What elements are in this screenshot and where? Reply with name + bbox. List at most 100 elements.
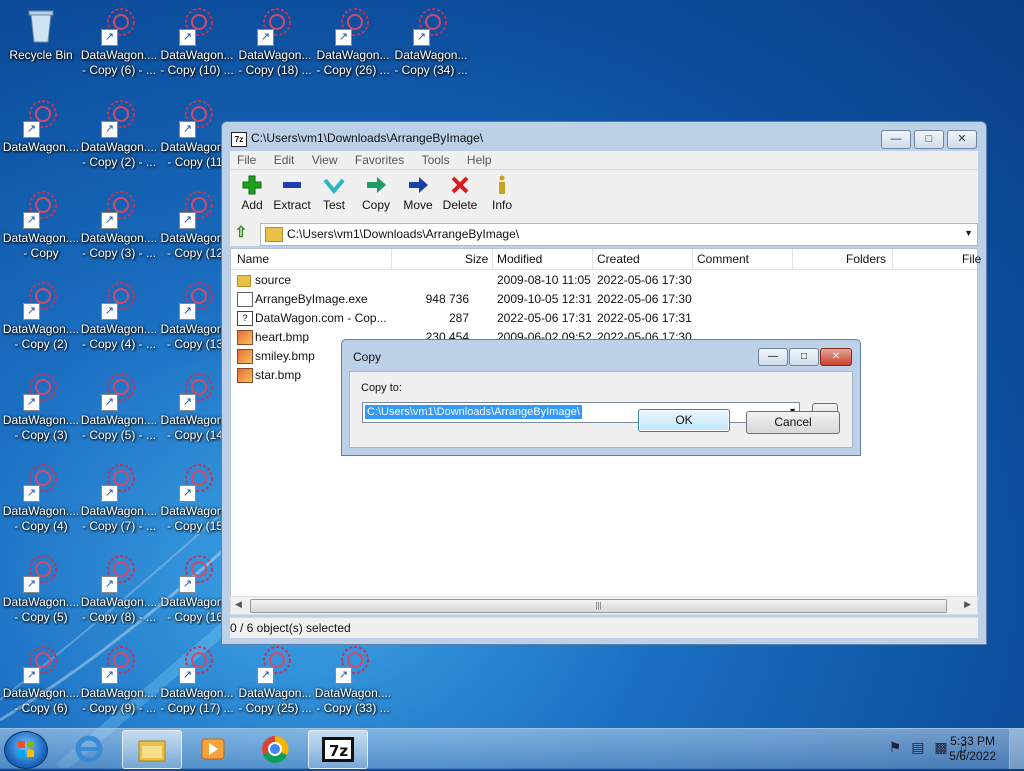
up-folder-icon[interactable]: ⇧ bbox=[232, 224, 250, 242]
extract-button[interactable]: Extract bbox=[270, 174, 314, 212]
shortcut-label-line2: - Copy (4) bbox=[14, 519, 68, 533]
address-combo[interactable]: C:\Users\vm1\Downloads\ArrangeByImage\ ▼ bbox=[260, 223, 978, 246]
shortcut-label-line2: - Copy bbox=[23, 246, 59, 260]
desktop-shortcut[interactable]: ↗ DataWagon.... - Copy (9) - ... bbox=[80, 638, 158, 726]
test-icon bbox=[312, 174, 356, 198]
recycle-bin-icon[interactable]: Recycle Bin bbox=[2, 0, 80, 88]
col-folders[interactable]: Folders bbox=[846, 252, 886, 266]
taskbar-chrome[interactable] bbox=[246, 730, 304, 767]
test-label: Test bbox=[322, 198, 345, 212]
copy-icon bbox=[354, 174, 398, 198]
folder-icon bbox=[237, 275, 251, 287]
clock[interactable]: 5:33 PM 5/6/2022 bbox=[949, 734, 996, 764]
desktop-shortcut[interactable]: ↗ DataWagon... - Copy (17) ... bbox=[158, 638, 236, 726]
shortcut-label: DataWagon.... bbox=[80, 140, 158, 154]
desktop-shortcut[interactable]: ↗ DataWagon.... - Copy (5) - ... bbox=[80, 365, 158, 453]
devices-icon[interactable]: ▩ bbox=[934, 739, 947, 755]
desktop-shortcut[interactable]: ↗ DataWagon... - Copy (25) ... bbox=[236, 638, 314, 726]
shortcut-label: DataWagon.... bbox=[2, 413, 80, 427]
delete-icon bbox=[438, 174, 482, 198]
shortcut-label: DataWagon.... bbox=[80, 595, 158, 609]
address-path: C:\Users\vm1\Downloads\ArrangeByImage\ bbox=[287, 227, 520, 241]
col-size[interactable]: Size bbox=[465, 252, 488, 266]
taskbar-7zip[interactable]: 7z bbox=[308, 730, 368, 769]
desktop-shortcut[interactable]: ↗ DataWagon.... - Copy (3) bbox=[2, 365, 80, 453]
add-button[interactable]: Add bbox=[230, 174, 274, 212]
desktop-shortcut[interactable]: ↗ DataWagon... - Copy (10) ... bbox=[158, 0, 236, 88]
desktop-shortcut[interactable]: ↗ DataWagon.... bbox=[2, 92, 80, 180]
copy-to-combo[interactable]: C:\Users\vm1\Downloads\ArrangeByImage\ ▼ bbox=[362, 402, 800, 423]
copy-button[interactable]: Copy bbox=[354, 174, 398, 212]
desktop-shortcut[interactable]: ↗ DataWagon.... - Copy bbox=[2, 183, 80, 271]
menu-edit[interactable]: Edit bbox=[267, 151, 302, 167]
datawagon-shortcut-icon: ↗ bbox=[177, 553, 217, 593]
menu-file[interactable]: File bbox=[230, 151, 263, 167]
test-button[interactable]: Test bbox=[312, 174, 356, 212]
cell-modified: 2009-10-05 12:31 bbox=[497, 292, 592, 306]
show-desktop-button[interactable] bbox=[1009, 729, 1024, 769]
table-row[interactable]: ArrangeByImage.exe 948 736 2009-10-05 12:3… bbox=[231, 290, 977, 309]
desktop-shortcut[interactable]: ↗ DataWagon.... - Copy (2) - ... bbox=[80, 92, 158, 180]
desktop-shortcut[interactable]: ↗ DataWagon.... - Copy (6) - ... bbox=[80, 0, 158, 88]
desktop-shortcut[interactable]: ↗ DataWagon.... - Copy (2) bbox=[2, 274, 80, 362]
desktop-shortcut[interactable]: ↗ DataWagon.... - Copy (7) - ... bbox=[80, 456, 158, 544]
dialog-close-button[interactable]: ✕ bbox=[820, 348, 852, 366]
taskbar-ie[interactable] bbox=[60, 730, 118, 767]
desktop-shortcut[interactable]: ↗ DataWagon... - Copy (26) ... bbox=[314, 0, 392, 88]
desktop-shortcut[interactable]: ↗ DataWagon.... - Copy (33) ... bbox=[314, 638, 392, 726]
copy-dialog[interactable]: Copy — □ ✕ Copy to: C:\Users\vm1\Downloa… bbox=[341, 339, 861, 456]
maximize-button[interactable]: □ bbox=[914, 130, 944, 149]
action-center-icon[interactable]: ⚑ bbox=[889, 739, 902, 755]
address-bar: ⇧ C:\Users\vm1\Downloads\ArrangeByImage\… bbox=[230, 222, 978, 246]
minimize-button[interactable]: — bbox=[881, 130, 911, 149]
datawagon-shortcut-icon: ↗ bbox=[177, 462, 217, 502]
taskbar-explorer[interactable] bbox=[122, 730, 182, 769]
dialog-minimize-button[interactable]: — bbox=[758, 348, 788, 366]
copy-to-path[interactable]: C:\Users\vm1\Downloads\ArrangeByImage\ bbox=[365, 405, 582, 419]
close-button[interactable]: ✕ bbox=[947, 130, 977, 149]
cancel-button[interactable]: Cancel bbox=[746, 411, 840, 434]
cell-name: DataWagon.com - Cop... bbox=[255, 311, 387, 325]
desktop-shortcut[interactable]: ↗ DataWagon.... - Copy (3) - ... bbox=[80, 183, 158, 271]
menu-tools[interactable]: Tools bbox=[415, 151, 457, 167]
table-row[interactable]: ? DataWagon.com - Cop... 287 2022-05-06 17:… bbox=[231, 309, 977, 328]
taskbar-media[interactable] bbox=[184, 730, 242, 767]
window-titlebar[interactable]: 7z C:\Users\vm1\Downloads\ArrangeByImage… bbox=[222, 122, 986, 152]
horizontal-scrollbar[interactable]: ◀ ||| ▶ bbox=[230, 596, 978, 615]
add-label: Add bbox=[241, 198, 263, 212]
col-name[interactable]: Name bbox=[237, 252, 269, 266]
table-row[interactable]: source 2009-08-10 11:05 2022-05-06 17:30 bbox=[231, 271, 977, 290]
scroll-thumb[interactable]: ||| bbox=[250, 599, 947, 613]
datawagon-shortcut-icon: ↗ bbox=[21, 644, 61, 684]
network-icon[interactable]: ▤ bbox=[911, 739, 924, 755]
start-button[interactable] bbox=[4, 731, 48, 769]
dialog-maximize-button[interactable]: □ bbox=[789, 348, 819, 366]
chevron-down-icon[interactable]: ▼ bbox=[964, 228, 973, 238]
desktop-shortcut[interactable]: ↗ DataWagon... - Copy (18) ... bbox=[236, 0, 314, 88]
col-comment[interactable]: Comment bbox=[697, 252, 749, 266]
col-file[interactable]: File bbox=[962, 252, 981, 266]
desktop-shortcut[interactable]: ↗ DataWagon.... - Copy (4) bbox=[2, 456, 80, 544]
desktop-shortcut[interactable]: ↗ DataWagon... - Copy (34) ... bbox=[392, 0, 470, 88]
menu-help[interactable]: Help bbox=[460, 151, 499, 167]
scroll-left-icon[interactable]: ◀ bbox=[235, 599, 242, 610]
scroll-right-icon[interactable]: ▶ bbox=[964, 599, 971, 610]
menu-view[interactable]: View bbox=[305, 151, 345, 167]
desktop-shortcut[interactable]: ↗ DataWagon.... - Copy (6) bbox=[2, 638, 80, 726]
desktop-shortcut[interactable]: ↗ DataWagon.... - Copy (8) - ... bbox=[80, 547, 158, 635]
move-button[interactable]: Move bbox=[396, 174, 440, 212]
menu-favorites[interactable]: Favorites bbox=[348, 151, 411, 167]
datawagon-shortcut-icon: ↗ bbox=[99, 371, 139, 411]
col-created[interactable]: Created bbox=[597, 252, 640, 266]
col-modified[interactable]: Modified bbox=[497, 252, 542, 266]
datawagon-shortcut-icon: ↗ bbox=[21, 371, 61, 411]
ok-button[interactable]: OK bbox=[638, 409, 730, 432]
delete-button[interactable]: Delete bbox=[438, 174, 482, 212]
shortcut-label-line2: - Copy (25) ... bbox=[238, 701, 312, 715]
shortcut-label-line2: - Copy (8) - ... bbox=[81, 610, 156, 624]
shortcut-label: DataWagon.... bbox=[80, 48, 158, 62]
info-button[interactable]: Info bbox=[480, 174, 524, 212]
exe-file-icon bbox=[237, 292, 253, 307]
desktop-shortcut[interactable]: ↗ DataWagon.... - Copy (5) bbox=[2, 547, 80, 635]
desktop-shortcut[interactable]: ↗ DataWagon.... - Copy (4) - ... bbox=[80, 274, 158, 362]
